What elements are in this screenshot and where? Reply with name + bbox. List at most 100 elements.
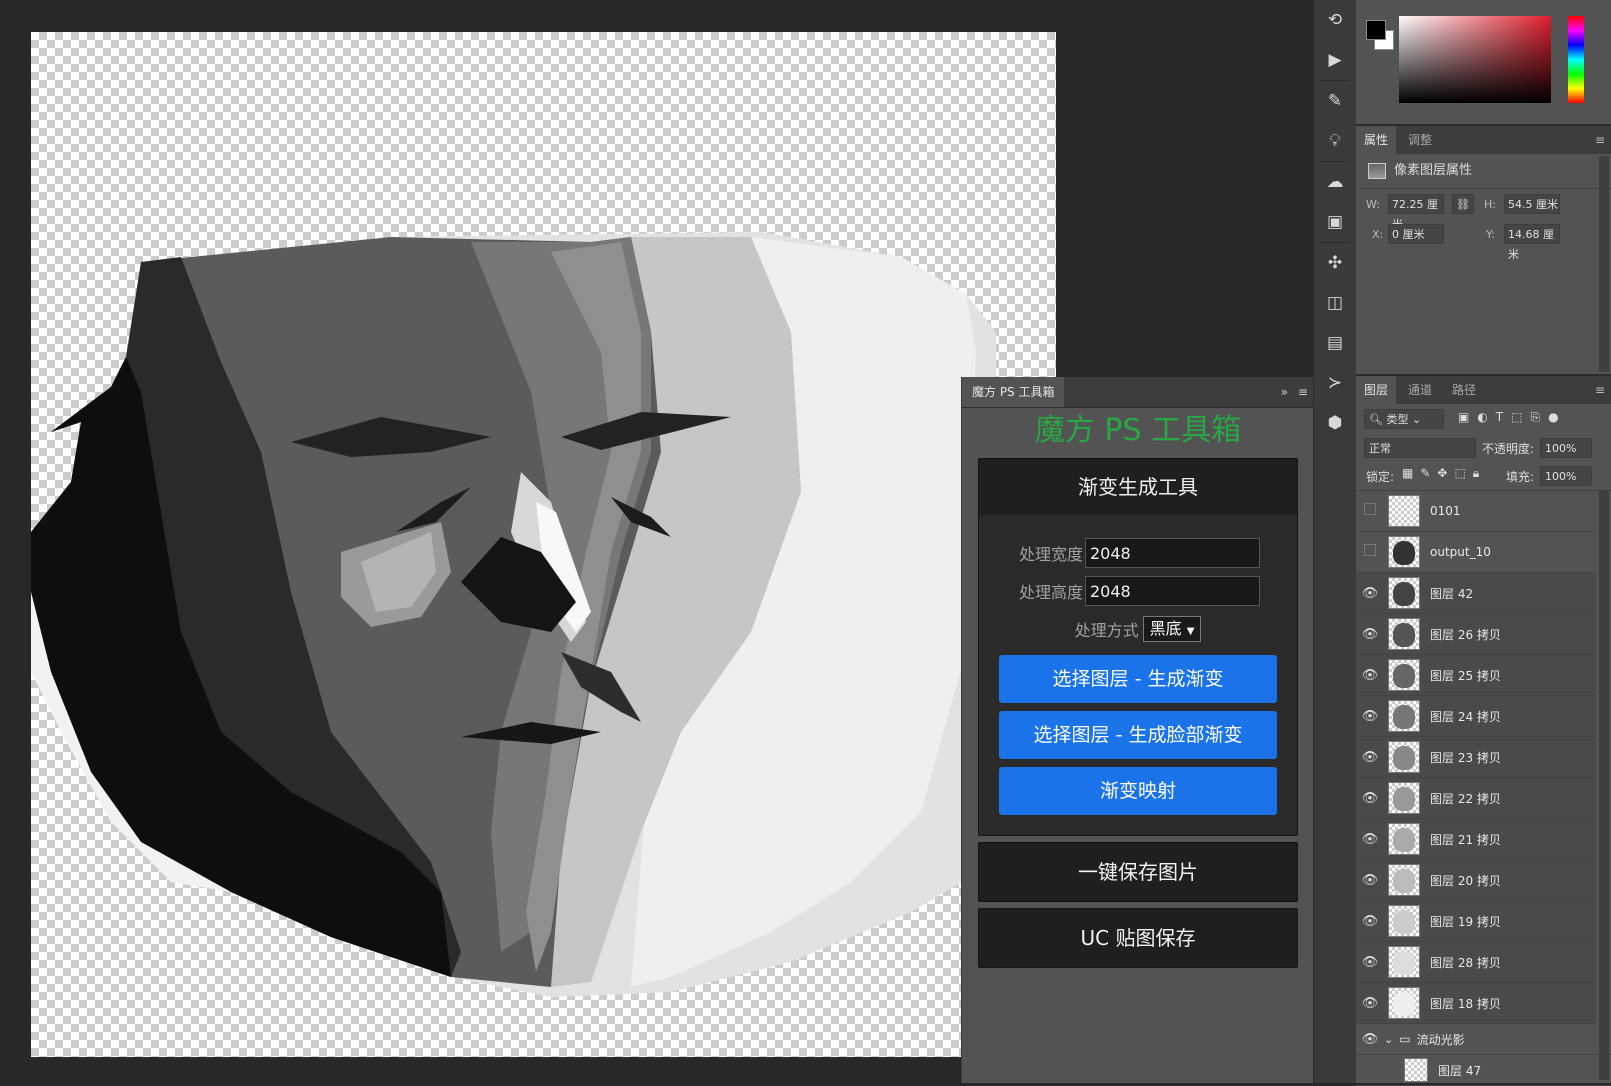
plugin-tab-controls: » ≡ xyxy=(1275,377,1308,407)
layer-row[interactable]: 👁︎ 图层 23 拷贝 xyxy=(1356,737,1596,778)
cube-icon[interactable]: ⬢ xyxy=(1314,403,1356,443)
layer-thumbnail xyxy=(1388,536,1420,568)
brush-preset-icon[interactable]: ✎ xyxy=(1314,81,1356,121)
properties-panel: 属性 调整 ≡ 像素图层属性 W: 72.25 厘米 ⛓ H: 54.5 厘米 … xyxy=(1356,126,1611,376)
layer-row[interactable]: 👁︎ 图层 18 拷贝 xyxy=(1356,983,1596,1024)
eye-icon[interactable]: 👁︎ xyxy=(1356,914,1384,929)
layer-name: 图层 42 xyxy=(1430,586,1474,601)
method-label: 处理方式 xyxy=(1074,621,1139,640)
layer-row[interactable]: 👁︎ 图层 42 xyxy=(1356,573,1596,614)
layer-row[interactable]: 👁︎ 图层 28 拷贝 xyxy=(1356,942,1596,983)
tab-layers[interactable]: 图层 xyxy=(1356,376,1397,404)
layer-name: 图层 47 xyxy=(1438,1063,1482,1078)
layer-name: 图层 19 拷贝 xyxy=(1430,914,1501,929)
eye-icon[interactable]: 👁︎ xyxy=(1356,791,1384,806)
image-icon-2[interactable]: ▤ xyxy=(1314,323,1356,363)
layer-name: 图层 21 拷贝 xyxy=(1430,832,1501,847)
filter-icons[interactable]: ▣◐T⬚⎘● xyxy=(1458,410,1567,425)
foreground-swatch[interactable] xyxy=(1366,20,1386,40)
layer-row[interactable]: 👁︎ 图层 25 拷贝 xyxy=(1356,655,1596,696)
layer-row[interactable]: output_10 xyxy=(1356,532,1596,573)
link-icon[interactable]: ⛓ xyxy=(1452,194,1474,214)
width-input[interactable]: 2048 xyxy=(1085,538,1260,568)
3d-icon[interactable]: ◫ xyxy=(1314,283,1356,323)
layer-kind-filter[interactable]: 🔍︎ 类型 ⌄ xyxy=(1364,409,1444,429)
w-input[interactable]: 72.25 厘米 xyxy=(1388,194,1444,231)
panel-menu-icon[interactable]: ≡ xyxy=(1595,126,1605,154)
y-input[interactable]: 14.68 厘米 xyxy=(1504,224,1560,261)
tab-paths[interactable]: 路径 xyxy=(1444,376,1484,404)
height-input[interactable]: 2048 xyxy=(1085,576,1260,606)
document-canvas[interactable] xyxy=(31,32,1056,1057)
layer-row[interactable]: 0101 xyxy=(1356,491,1596,532)
method-value: 黑底 xyxy=(1149,619,1182,638)
tab-properties[interactable]: 属性 xyxy=(1356,126,1397,154)
play-icon[interactable]: ▶ xyxy=(1314,40,1356,80)
plugin-tab[interactable]: 魔方 PS 工具箱 xyxy=(962,377,1065,407)
method-select[interactable]: 黑底 ▼ xyxy=(1142,616,1202,642)
layer-row[interactable]: 👁︎ 图层 22 拷贝 xyxy=(1356,778,1596,819)
eye-icon[interactable]: 👁︎ xyxy=(1356,627,1384,642)
panel-menu-icon[interactable]: ≡ xyxy=(1298,385,1308,399)
image-icon[interactable]: ▣ xyxy=(1314,202,1356,242)
y-label: Y: xyxy=(1486,228,1495,241)
history-icon[interactable]: ⟲ xyxy=(1314,0,1356,40)
blend-mode-select[interactable]: 正常 xyxy=(1364,438,1476,458)
cc-libraries-icon[interactable]: ☁ xyxy=(1314,162,1356,202)
adjust-icon[interactable]: ✣ xyxy=(1314,243,1356,283)
visibility-toggle[interactable] xyxy=(1356,544,1384,560)
layer-name: 图层 28 拷贝 xyxy=(1430,955,1501,970)
layer-row[interactable]: 👁︎ 图层 19 拷贝 xyxy=(1356,901,1596,942)
gradient-map-button[interactable]: 渐变映射 xyxy=(999,767,1277,815)
generate-gradient-button[interactable]: 选择图层 - 生成渐变 xyxy=(999,655,1277,703)
panel-menu-icon[interactable]: ≡ xyxy=(1595,376,1605,404)
h-input[interactable]: 54.5 厘米 xyxy=(1504,194,1560,214)
layer-filter-row: 🔍︎ 类型 ⌄ ▣◐T⬚⎘● xyxy=(1356,404,1611,434)
eye-icon[interactable]: 👁︎ xyxy=(1356,586,1384,601)
layer-name: output_10 xyxy=(1430,545,1491,559)
lock-icons[interactable]: ▦✎✥⬚🔒︎ xyxy=(1402,466,1486,481)
eye-icon[interactable]: 👁︎ xyxy=(1356,832,1384,847)
hue-slider[interactable] xyxy=(1568,16,1584,103)
layer-name: 图层 23 拷贝 xyxy=(1430,750,1501,765)
lightbulb-icon[interactable]: 💡︎ xyxy=(1314,121,1356,161)
layer-row[interactable]: 图层 47 xyxy=(1356,1055,1611,1086)
eye-icon[interactable]: 👁︎ xyxy=(1356,1032,1384,1047)
layer-row[interactable]: 👁︎ 图层 21 拷贝 xyxy=(1356,819,1596,860)
layers-scrollbar[interactable] xyxy=(1599,490,1609,1080)
height-label: 处理高度 xyxy=(1018,583,1083,602)
x-input[interactable]: 0 厘米 xyxy=(1388,224,1444,244)
layer-group-name: 流动光影 xyxy=(1416,1032,1465,1047)
eye-icon[interactable]: 👁︎ xyxy=(1356,709,1384,724)
layer-row[interactable]: 👁︎ 图层 20 拷贝 xyxy=(1356,860,1596,901)
generate-face-gradient-button[interactable]: 选择图层 - 生成脸部渐变 xyxy=(999,711,1277,759)
layer-thumbnail xyxy=(1388,618,1420,650)
save-image-button[interactable]: 一键保存图片 xyxy=(979,843,1297,901)
layer-group-row[interactable]: 👁︎ ⌄ ▭ 流动光影 xyxy=(1356,1024,1611,1055)
console-icon[interactable]: ≻ xyxy=(1314,363,1356,403)
gradient-tool-header[interactable]: 渐变生成工具 xyxy=(979,459,1297,515)
tab-adjustments[interactable]: 调整 xyxy=(1400,126,1440,154)
layers-panel: 图层 通道 路径 ≡ 🔍︎ 类型 ⌄ ▣◐T⬚⎘● 正常 不透明度: 100% … xyxy=(1356,376,1611,1086)
eye-icon[interactable]: 👁︎ xyxy=(1356,996,1384,1011)
color-saturation-field[interactable] xyxy=(1399,16,1551,103)
layer-thumbnail xyxy=(1388,946,1420,978)
opacity-input[interactable]: 100% xyxy=(1540,438,1592,458)
eye-icon[interactable]: 👁︎ xyxy=(1356,873,1384,888)
layer-row[interactable]: 👁︎ 图层 24 拷贝 xyxy=(1356,696,1596,737)
uc-save-button[interactable]: UC 贴图保存 xyxy=(979,909,1297,967)
tab-channels[interactable]: 通道 xyxy=(1400,376,1440,404)
layer-list: 0101 output_10 👁︎ 图层 42 👁︎ 图层 26 拷贝 👁︎ 图层 25 拷贝… xyxy=(1356,491,1596,1024)
layer-kind-value: 类型 xyxy=(1386,413,1409,426)
visibility-toggle[interactable] xyxy=(1356,503,1384,519)
layer-thumbnail xyxy=(1388,823,1420,855)
chevron-down-icon[interactable]: ⌄ xyxy=(1384,1033,1393,1046)
fill-input[interactable]: 100% xyxy=(1540,466,1592,486)
layer-row[interactable]: 👁︎ 图层 26 拷贝 xyxy=(1356,614,1596,655)
eye-icon[interactable]: 👁︎ xyxy=(1356,750,1384,765)
properties-scrollbar[interactable] xyxy=(1599,156,1609,372)
eye-icon[interactable]: 👁︎ xyxy=(1356,668,1384,683)
eye-icon[interactable]: 👁︎ xyxy=(1356,955,1384,970)
collapse-icon[interactable]: » xyxy=(1281,385,1288,399)
dropdown-arrow-icon: ▼ xyxy=(1186,626,1195,637)
